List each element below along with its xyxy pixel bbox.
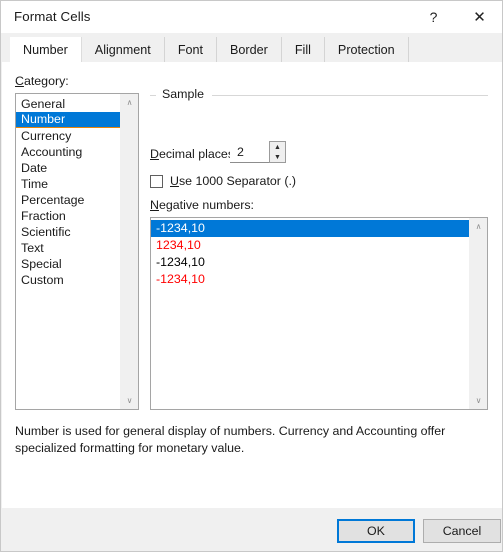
decimal-places-label: Decimal places:	[150, 147, 237, 161]
category-list-items: General Number Currency Accounting Date …	[16, 94, 121, 409]
scroll-down-icon[interactable]: ∨	[121, 392, 138, 409]
dialog-footer: OK Cancel	[2, 508, 502, 551]
list-item[interactable]: Number	[16, 112, 121, 128]
list-item[interactable]: Text	[16, 240, 121, 256]
list-item[interactable]: Date	[16, 160, 121, 176]
tab-alignment[interactable]: Alignment	[81, 37, 165, 62]
list-item[interactable]: Fraction	[16, 208, 121, 224]
list-item[interactable]: Time	[16, 176, 121, 192]
decimal-places-spin-buttons[interactable]: ▲ ▼	[269, 141, 286, 163]
sample-groupbox: Sample	[150, 87, 488, 132]
list-item[interactable]: -1234,10	[151, 271, 470, 288]
scroll-up-icon[interactable]: ∧	[470, 218, 487, 235]
spinner-down-icon[interactable]: ▼	[270, 152, 285, 162]
tab-protection[interactable]: Protection	[324, 37, 409, 62]
scroll-up-icon[interactable]: ∧	[121, 94, 138, 111]
category-listbox[interactable]: General Number Currency Accounting Date …	[15, 93, 139, 410]
scroll-down-icon[interactable]: ∨	[470, 392, 487, 409]
negative-numbers-label-rest: egative numbers:	[158, 198, 255, 212]
list-item[interactable]: Currency	[16, 128, 121, 144]
ok-button[interactable]: OK	[337, 519, 415, 543]
tab-font[interactable]: Font	[164, 37, 218, 62]
decimal-places-label-accel: D	[150, 147, 159, 161]
list-item[interactable]: Custom	[16, 272, 121, 288]
category-description: Number is used for general display of nu…	[15, 424, 446, 455]
decimal-places-stepper[interactable]: ▲ ▼	[230, 141, 286, 163]
category-label-rest: ategory:	[23, 74, 69, 88]
groupbox-border-left	[150, 95, 156, 96]
spinner-up-icon[interactable]: ▲	[270, 142, 285, 152]
negative-numbers-scrollbar[interactable]: ∧ ∨	[469, 218, 487, 409]
category-label: Category:	[15, 74, 69, 88]
list-item[interactable]: Accounting	[16, 144, 121, 160]
thousands-separator-accel: U	[170, 174, 179, 188]
thousands-separator-label: Use 1000 Separator (.)	[170, 174, 296, 188]
decimal-places-label-rest: ecimal places:	[158, 147, 238, 161]
decimal-places-input[interactable]	[230, 141, 270, 163]
negative-numbers-label-accel: N	[150, 198, 159, 212]
list-item[interactable]: Special	[16, 256, 121, 272]
format-cells-dialog: Format Cells ? ✕ Number Alignment Font B…	[0, 0, 503, 552]
cancel-button[interactable]: Cancel	[423, 519, 501, 543]
groupbox-border-right	[212, 95, 488, 96]
dialog-content: Category: General Number Currency Accoun…	[2, 62, 502, 508]
tab-number[interactable]: Number	[10, 37, 82, 62]
list-item[interactable]: 1234,10	[151, 237, 470, 254]
negative-numbers-list-items: -1234,10 1234,10 -1234,10 -1234,10	[151, 218, 470, 409]
thousands-separator-checkbox[interactable]	[150, 174, 163, 188]
sample-label: Sample	[159, 87, 208, 101]
list-item[interactable]: -1234,10	[151, 220, 470, 237]
category-scrollbar[interactable]: ∧ ∨	[120, 94, 138, 409]
title-bar: Format Cells ? ✕	[1, 1, 502, 33]
list-item[interactable]: Scientific	[16, 224, 121, 240]
negative-numbers-listbox[interactable]: -1234,10 1234,10 -1234,10 -1234,10 ∧ ∨	[150, 217, 488, 410]
dialog-title: Format Cells	[14, 9, 91, 24]
negative-numbers-label: Negative numbers:	[150, 198, 254, 212]
list-item[interactable]: Percentage	[16, 192, 121, 208]
close-icon[interactable]: ✕	[457, 1, 502, 32]
help-icon[interactable]: ?	[411, 1, 456, 32]
category-label-accel: C	[15, 74, 24, 88]
thousands-separator-label-rest: se 1000 Separator (.)	[178, 174, 297, 188]
tab-strip: Number Alignment Font Border Fill Protec…	[1, 33, 502, 62]
list-item[interactable]: -1234,10	[151, 254, 470, 271]
tab-fill[interactable]: Fill	[281, 37, 325, 62]
tab-border[interactable]: Border	[217, 37, 282, 62]
thousands-separator-row[interactable]: Use 1000 Separator (.)	[150, 174, 296, 188]
list-item[interactable]: General	[16, 96, 121, 112]
